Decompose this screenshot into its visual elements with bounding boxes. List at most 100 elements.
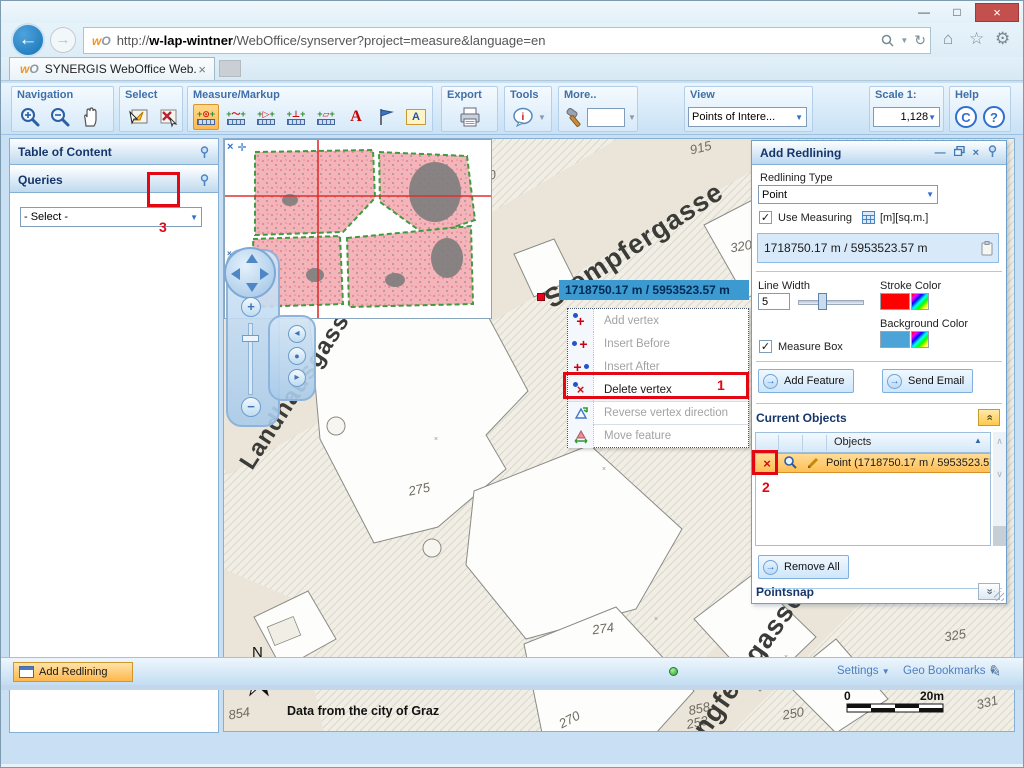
previous-extent-button[interactable]: ◂ [288,325,306,343]
panel-restore-icon[interactable] [954,146,965,159]
pan-south-icon[interactable] [246,283,258,292]
more-tools-combobox[interactable] [587,108,625,127]
overview-close-icon[interactable]: × [227,141,233,154]
settings-gear-icon[interactable]: ⚙ [995,29,1010,49]
query-select-dropdown[interactable]: - Select - ▼ [20,207,202,227]
flag-markup-icon[interactable] [373,104,399,130]
table-of-content-header[interactable]: Table of Content [10,139,218,165]
home-icon[interactable]: ⌂ [943,29,953,49]
favorites-star-icon[interactable]: ☆ [969,29,984,49]
help-button[interactable]: ? [983,106,1005,128]
search-dropdown-caret[interactable]: ▼ [900,36,908,45]
object-row[interactable]: × Point (1718750.17 m / 5953523.57 m) [756,453,990,473]
pan-east-icon[interactable] [260,268,269,280]
identify-tool-icon[interactable]: i [510,104,536,130]
stroke-color-swatch[interactable] [880,293,910,310]
new-tab-button[interactable] [219,60,241,77]
scroll-up-icon[interactable]: ∧ [993,436,1006,447]
forward-button[interactable]: → [50,27,76,53]
edit-object-icon[interactable] [802,455,826,472]
pin-icon[interactable] [199,174,210,186]
feather-edit-icon[interactable]: ✎ [988,661,1004,681]
taskbar-add-redlining-tab[interactable]: Add Redlining [13,662,133,682]
panel-minimize-icon[interactable]: — [935,147,946,159]
more-dropdown-caret[interactable]: ▼ [628,113,636,122]
panel-resize-grip[interactable] [994,591,1004,601]
print-icon[interactable] [457,104,483,130]
label-markup-icon[interactable]: A [403,104,429,130]
measure-freehand-icon[interactable]: +▱+ [313,104,339,130]
menu-item-insert-before[interactable]: + Insert Before [568,332,748,355]
menu-item-reverse-vertex-direction[interactable]: Reverse vertex direction [568,401,748,424]
search-icon[interactable] [881,34,894,47]
measure-box-checkbox[interactable]: ✓ [759,340,772,353]
refresh-icon[interactable]: ↻ [914,32,926,49]
zoom-out-icon[interactable] [47,104,73,130]
pan-west-icon[interactable] [231,268,240,280]
redlining-type-caret[interactable]: ▼ [926,190,934,199]
objects-scrollbar[interactable]: ∧ ∨ [993,432,1006,546]
panel-close-icon[interactable]: × [973,147,979,159]
title-bar[interactable]: — □ × [1,1,1024,23]
pan-north-icon[interactable] [246,254,258,263]
objects-column-header[interactable]: Objects [834,436,871,448]
full-extent-button[interactable]: ● [288,347,306,365]
add-feature-button[interactable]: → Add Feature [758,369,854,393]
tab-close-icon[interactable]: × [196,62,208,77]
zoom-slider-track[interactable] [248,323,253,395]
remove-all-button[interactable]: → Remove All [758,555,849,579]
next-extent-button[interactable]: ▸ [288,369,306,387]
background-color-picker-icon[interactable] [911,331,929,348]
menu-item-move-feature[interactable]: Move feature [568,424,748,447]
redlining-panel-header[interactable]: Add Redlining — × [752,141,1006,165]
back-button[interactable]: ← [11,23,45,57]
measure-point-icon[interactable]: +⊙+ [193,104,219,130]
background-color-swatch[interactable] [880,331,910,348]
view-dropdown-caret[interactable]: ▼ [795,113,803,122]
menu-item-add-vertex[interactable]: + Add vertex [568,309,748,332]
stroke-color-picker-icon[interactable] [911,293,929,310]
window-minimize-button[interactable]: — [909,3,939,22]
clipboard-icon[interactable] [981,238,993,266]
window-maximize-button[interactable]: □ [942,3,972,22]
map-navigation-widget[interactable]: × + − ◂ ● ▸ [224,247,320,431]
settings-menu[interactable]: Settings ▼ [837,665,890,677]
url-text[interactable]: http://w-lap-wintner/WebOffice/synserver… [117,33,882,48]
query-select-caret[interactable]: ▼ [190,213,198,222]
measure-perpendicular-icon[interactable]: +⊥+ [283,104,309,130]
clear-selection-icon[interactable] [155,104,181,130]
window-close-button[interactable]: × [975,3,1019,22]
overview-move-icon[interactable]: ✛ [237,141,246,154]
panel-pin-icon[interactable] [987,145,998,160]
text-markup-icon[interactable]: A [343,104,369,130]
browser-tab[interactable]: wO SYNERGIS WebOffice Web... × [9,57,215,80]
line-width-input[interactable] [758,293,790,310]
send-email-button[interactable]: → Send Email [882,369,973,393]
pin-icon[interactable] [199,146,210,158]
current-objects-collapse-button[interactable]: « [978,409,1000,426]
zoom-slider-handle[interactable] [242,335,259,342]
geo-bookmarks-menu[interactable]: Geo Bookmarks ▼ [903,665,997,677]
zoom-in-button[interactable]: + [241,297,261,317]
redlining-type-dropdown[interactable]: Point ▼ [758,185,938,204]
view-dropdown[interactable]: Points of Intere... ▼ [688,107,807,127]
use-measuring-checkbox[interactable]: ✓ [759,211,772,224]
measure-area-icon[interactable]: +▷+ [253,104,279,130]
line-width-slider-track[interactable] [798,300,864,305]
zoom-to-object-icon[interactable] [778,455,802,472]
navwidget-close-icon[interactable]: × [227,249,232,258]
sort-ascending-icon[interactable]: ▲ [974,436,982,445]
copyright-button[interactable]: C [955,106,977,128]
measure-line-icon[interactable]: +〜+ [223,104,249,130]
scale-dropdown[interactable]: 1,128 ▼ [873,107,940,127]
tools-dropdown-caret[interactable]: ▼ [538,113,546,122]
zoom-out-button[interactable]: − [241,397,261,417]
scale-dropdown-caret[interactable]: ▼ [928,113,936,122]
objects-table-header[interactable]: Objects ▲ [756,433,990,453]
queries-header[interactable]: Queries [10,167,218,193]
pan-hand-icon[interactable] [77,104,103,130]
scroll-down-icon[interactable]: ∨ [993,469,1006,480]
calculator-icon[interactable] [862,211,875,227]
hammer-tool-icon[interactable] [564,104,584,130]
line-width-slider-handle[interactable] [818,293,827,310]
